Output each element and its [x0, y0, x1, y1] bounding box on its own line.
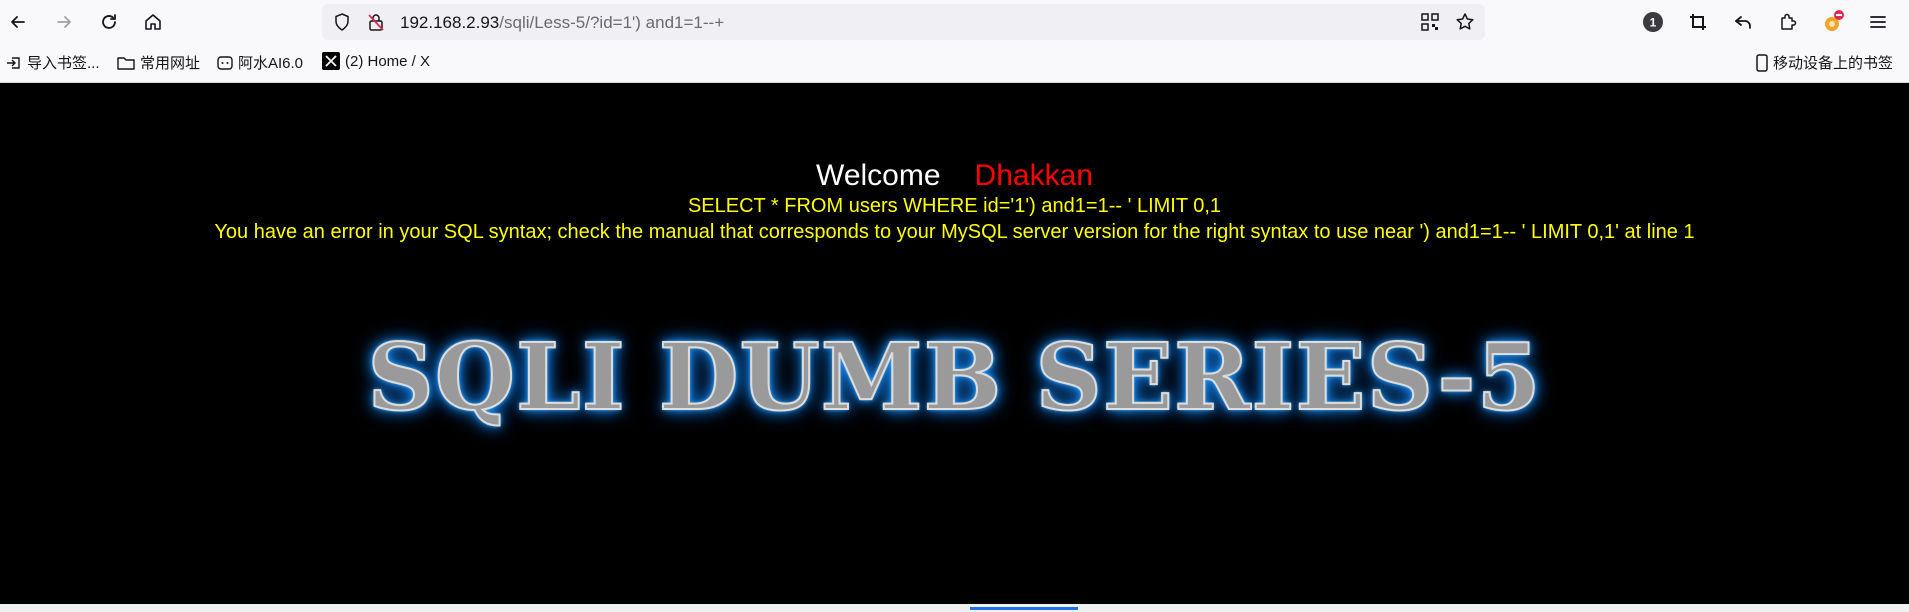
reload-icon — [102, 14, 116, 29]
x-logo-icon — [322, 52, 340, 70]
mobile-device-icon — [1756, 53, 1768, 72]
series-banner-logo: SQLI DUMB SERIES-5 — [366, 322, 1542, 432]
extensions-button[interactable] — [1776, 10, 1800, 34]
address-bar[interactable]: 192.168.2.93/sqli/Less-5/?id=1') and1=1-… — [322, 4, 1485, 40]
bookmark-x-home[interactable]: (2) Home / X — [322, 52, 430, 70]
home-button[interactable] — [141, 10, 165, 34]
hamburger-menu-icon — [1870, 16, 1886, 28]
profile-extension-button[interactable] — [1821, 10, 1845, 34]
bookmark-label: 常用网址 — [140, 55, 201, 72]
status-strip — [0, 604, 1909, 612]
back-button[interactable] — [6, 10, 30, 34]
puzzle-icon — [1781, 13, 1797, 30]
bookmarks-toolbar: 导入书签... 常用网址 阿水AI6.0 (2) Home / X 移动设备上的… — [0, 48, 1909, 78]
insecure-lock-icon[interactable] — [366, 12, 386, 32]
bookmark-star-icon[interactable] — [1455, 12, 1475, 32]
undo-icon — [1735, 16, 1751, 29]
reload-button[interactable] — [97, 10, 121, 34]
welcome-line: Welcome Dhakkan — [0, 159, 1909, 193]
bookmark-label: 导入书签... — [27, 55, 100, 72]
sql-query-text: SELECT * FROM users WHERE id='1') and1=1… — [687, 195, 1222, 217]
bookmark-ai[interactable]: 阿水AI6.0 — [217, 52, 303, 73]
mobile-bookmarks[interactable]: 移动设备上的书签 — [1756, 52, 1893, 73]
home-icon — [145, 14, 161, 30]
extension-badge-button[interactable]: 1 — [1641, 10, 1665, 34]
back-arrow-icon — [11, 16, 25, 28]
browser-chrome: 192.168.2.93/sqli/Less-5/?id=1') and1=1-… — [0, 0, 1909, 83]
menu-button[interactable] — [1866, 10, 1890, 34]
badge-icon: 1 — [1643, 12, 1663, 32]
shield-icon[interactable] — [332, 12, 352, 32]
import-icon — [7, 56, 20, 69]
undo-button[interactable] — [1731, 10, 1755, 34]
bookmark-label: (2) Home / X — [345, 52, 431, 70]
url-host: 192.168.2.93 — [400, 13, 500, 32]
sql-error-message: You have an error in your SQL syntax; ch… — [214, 221, 1695, 243]
crop-icon — [1690, 14, 1706, 30]
qr-code-icon[interactable] — [1420, 12, 1440, 32]
loading-indicator — [970, 607, 1078, 610]
user-name: Dhakkan — [974, 159, 1093, 192]
folder-icon — [117, 56, 135, 70]
forward-arrow-icon — [57, 16, 71, 28]
url-path: /sqli/Less-5/?id=1') and1=1--+ — [499, 13, 725, 32]
bookmark-label: 阿水AI6.0 — [238, 55, 304, 72]
fox-extension-icon — [1825, 10, 1844, 31]
page-content: Welcome Dhakkan SELECT * FROM users WHERE… — [0, 83, 1909, 604]
crop-button[interactable] — [1686, 10, 1710, 34]
bookmark-folder-common[interactable]: 常用网址 — [117, 52, 200, 73]
ai-icon — [217, 55, 233, 70]
navigation-toolbar: 192.168.2.93/sqli/Less-5/?id=1') and1=1-… — [0, 0, 1909, 44]
bookmark-import[interactable]: 导入书签... — [6, 52, 100, 73]
url-text[interactable]: 192.168.2.93/sqli/Less-5/?id=1') and1=1-… — [400, 13, 724, 33]
badge-count: 1 — [1650, 16, 1657, 30]
forward-button[interactable] — [52, 10, 76, 34]
welcome-text: Welcome — [816, 159, 941, 192]
mobile-bookmarks-label: 移动设备上的书签 — [1773, 55, 1894, 72]
